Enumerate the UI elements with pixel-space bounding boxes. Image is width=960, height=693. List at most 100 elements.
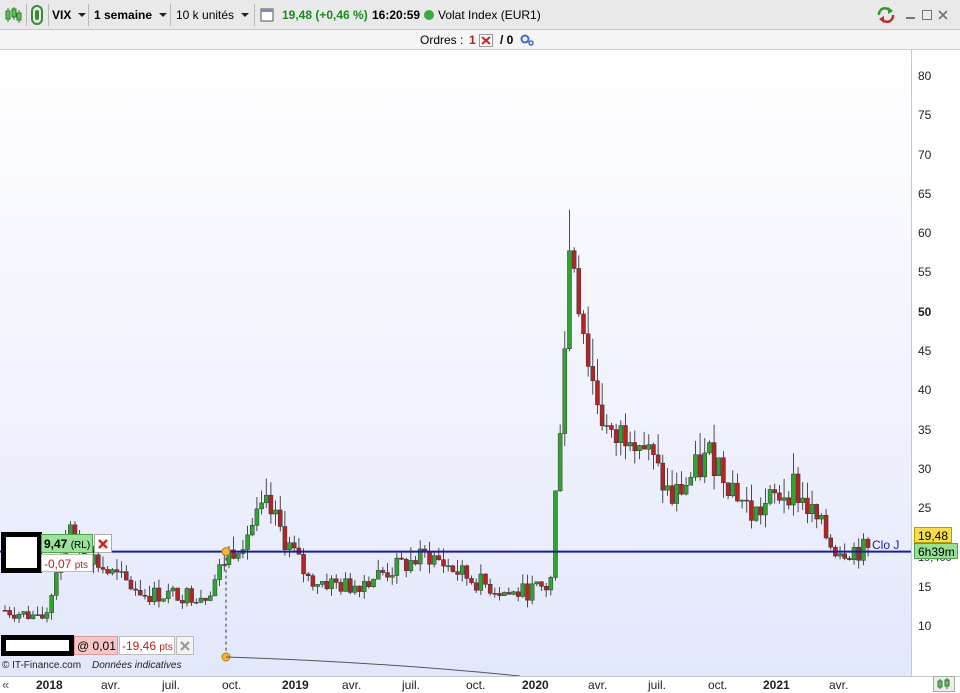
candle-body: [184, 588, 190, 604]
candle: [245, 525, 250, 560]
candle-body: [427, 551, 432, 565]
minimize-icon[interactable]: [906, 3, 918, 27]
candle-body: [394, 557, 400, 576]
period-select[interactable]: 1 semaine: [94, 3, 170, 27]
candle-body: [581, 313, 586, 335]
candle-body: [819, 515, 824, 520]
candle: [487, 578, 493, 596]
candle-body: [413, 560, 418, 565]
candle: [576, 255, 582, 317]
candle: [352, 580, 358, 595]
lower-panel-box[interactable]: [1, 635, 74, 656]
candle-body: [110, 569, 115, 574]
candlestick-chart[interactable]: [0, 50, 912, 676]
candle-body: [54, 572, 59, 596]
candle-body: [842, 553, 847, 559]
scroll-left-icon[interactable]: «: [2, 677, 18, 692]
candle: [100, 556, 106, 574]
candle-body: [735, 482, 740, 502]
candle-body: [455, 571, 460, 575]
time-tick-label: juil.: [162, 678, 181, 692]
candle: [697, 433, 703, 481]
candle: [590, 338, 596, 395]
refresh-icon[interactable]: [876, 3, 896, 27]
candle: [417, 540, 423, 572]
candle: [208, 591, 213, 602]
price-tick-label: 75: [918, 108, 932, 123]
market-status-icon: [424, 3, 434, 27]
candle: [338, 578, 344, 595]
candle-body: [851, 546, 857, 560]
candle-body: [324, 581, 330, 589]
candle-body: [725, 482, 731, 497]
candle-body: [175, 587, 180, 601]
candle: [632, 430, 638, 464]
candle: [259, 490, 264, 515]
candle: [413, 555, 418, 566]
candle: [361, 574, 367, 599]
symbol-select[interactable]: VIX: [52, 3, 86, 27]
candle-body: [236, 553, 241, 559]
candle-body: [217, 564, 222, 580]
chart-type-icon[interactable]: [4, 3, 24, 27]
candle: [777, 485, 782, 504]
order-ticket-box[interactable]: [1, 532, 42, 573]
cancel-order-icon[interactable]: [94, 534, 112, 553]
candle: [595, 358, 600, 415]
candle: [539, 581, 544, 591]
candle: [805, 482, 810, 524]
candle-body: [744, 499, 750, 502]
time-tick-label: 2021: [763, 678, 790, 692]
last-price-tag: 19,48: [914, 527, 952, 543]
candle: [506, 587, 512, 595]
candle: [254, 497, 260, 532]
candle: [133, 581, 138, 596]
orders-count-pending[interactable]: 1: [469, 33, 476, 47]
settings-gear-icon[interactable]: [519, 33, 535, 50]
candle-body: [375, 570, 381, 580]
candle: [735, 473, 740, 503]
candle: [436, 547, 442, 561]
candle: [16, 611, 22, 623]
candle: [655, 434, 661, 467]
candle: [347, 573, 353, 595]
cancel-orders-icon[interactable]: [479, 34, 493, 47]
order-handle[interactable]: [221, 547, 231, 557]
close-icon[interactable]: [938, 3, 952, 27]
order-price-tag[interactable]: 9,47 (RL): [41, 534, 93, 553]
candle-body: [609, 425, 614, 430]
candle: [366, 576, 372, 589]
candle: [44, 607, 50, 623]
candle-body: [567, 250, 572, 350]
candle-body: [408, 560, 414, 571]
candle: [851, 542, 857, 565]
candle-body: [576, 268, 582, 315]
candle-body: [399, 557, 404, 560]
candle-body: [301, 554, 306, 575]
candle-body: [865, 538, 871, 548]
candle: [562, 331, 568, 447]
candle: [557, 424, 563, 492]
candle: [40, 606, 45, 620]
lower-cancel-icon[interactable]: [176, 636, 194, 655]
candle: [758, 497, 764, 525]
chart-options-icon[interactable]: [933, 676, 955, 692]
chart-area[interactable]: 9,47 (RL) -0,07 pts @ 0,01 -19,46 pts © …: [0, 50, 912, 676]
link-icon[interactable]: [30, 3, 46, 27]
maximize-icon[interactable]: [922, 3, 934, 27]
candle-body: [212, 579, 218, 597]
candle-body: [319, 581, 325, 585]
candle: [618, 420, 624, 456]
candle: [749, 484, 754, 529]
units-select[interactable]: 10 k unités: [176, 3, 252, 27]
candle: [124, 565, 129, 581]
window-icon[interactable]: [260, 3, 276, 27]
candle-body: [436, 555, 442, 560]
candle-body: [562, 348, 568, 434]
candle-body: [828, 537, 833, 548]
orders-count-executed[interactable]: / 0: [500, 33, 513, 47]
candle: [795, 466, 801, 513]
candle-body: [133, 588, 138, 591]
candle-body: [469, 578, 474, 583]
price-tick-label: 35: [918, 422, 932, 437]
